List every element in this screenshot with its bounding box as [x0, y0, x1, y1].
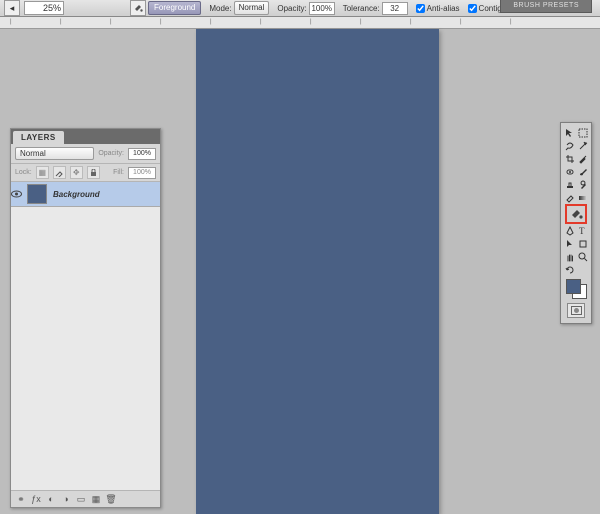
- brush-tool-icon[interactable]: [576, 165, 589, 178]
- move-tool-icon[interactable]: [563, 126, 576, 139]
- layer-fill-field[interactable]: 100%: [128, 167, 156, 179]
- quick-mask-toggle[interactable]: [567, 303, 585, 318]
- blend-mode-select[interactable]: Normal: [234, 1, 270, 15]
- layer-fx-icon[interactable]: ƒx: [30, 493, 42, 505]
- layers-list: Background: [11, 182, 160, 490]
- opacity-label: Opacity:: [277, 4, 306, 13]
- healing-brush-tool-icon[interactable]: [563, 165, 576, 178]
- layer-blend-mode-select[interactable]: Normal: [15, 147, 94, 160]
- marquee-tool-icon[interactable]: [576, 126, 589, 139]
- crop-tool-icon[interactable]: [563, 152, 576, 165]
- layers-panel-footer: ⚭ ƒx ◐ ◑ ▭ ▦ 🗑: [11, 490, 160, 507]
- lock-pixels-icon[interactable]: [53, 166, 66, 179]
- pen-tool-icon[interactable]: [563, 224, 576, 237]
- lasso-tool-icon[interactable]: [563, 139, 576, 152]
- layers-panel: LAYERS Normal Opacity: 100% Lock: ▦ ✥ Fi…: [10, 128, 161, 508]
- zoom-tool-icon[interactable]: [576, 250, 589, 263]
- eyedropper-tool-icon[interactable]: [576, 152, 589, 165]
- fill-source-select[interactable]: Foreground: [148, 1, 201, 15]
- lock-transparent-icon[interactable]: ▦: [36, 166, 49, 179]
- type-tool-icon[interactable]: T: [576, 224, 589, 237]
- antialias-label: Anti-alias: [427, 4, 460, 13]
- color-swatches[interactable]: [564, 279, 588, 299]
- magic-wand-tool-icon[interactable]: [576, 139, 589, 152]
- layers-panel-tabs: LAYERS: [11, 129, 160, 144]
- document-canvas[interactable]: [196, 29, 439, 514]
- antialias-checkbox[interactable]: [416, 4, 425, 13]
- history-back-icon[interactable]: ◂: [4, 0, 20, 16]
- layer-name[interactable]: Background: [47, 190, 160, 199]
- contiguous-checkbox[interactable]: [468, 4, 477, 13]
- lock-all-icon[interactable]: [87, 166, 100, 179]
- adjustment-layer-icon[interactable]: ◑: [60, 493, 72, 505]
- visibility-toggle-icon[interactable]: [11, 190, 27, 198]
- tolerance-label: Tolerance:: [343, 4, 380, 13]
- lock-position-icon[interactable]: ✥: [70, 166, 83, 179]
- toolbox: T: [560, 122, 592, 324]
- layer-group-icon[interactable]: ▭: [75, 493, 87, 505]
- foreground-color-swatch[interactable]: [566, 279, 581, 294]
- svg-text:T: T: [579, 226, 585, 236]
- eraser-tool-icon[interactable]: [563, 191, 576, 204]
- clone-stamp-tool-icon[interactable]: [563, 178, 576, 191]
- layer-fill-label: Fill:: [113, 169, 124, 176]
- layer-opacity-label: Opacity:: [98, 150, 124, 157]
- path-selection-tool-icon[interactable]: [563, 237, 576, 250]
- opacity-field[interactable]: 100%: [309, 2, 335, 15]
- zoom-field[interactable]: 25%: [24, 1, 64, 15]
- layer-opacity-field[interactable]: 100%: [128, 148, 156, 160]
- mode-label: Mode:: [209, 4, 231, 13]
- brush-presets-tab[interactable]: BRUSH PRESETS: [500, 0, 592, 13]
- horizontal-ruler: ||| ||| ||| ||: [0, 17, 600, 29]
- layer-row[interactable]: Background: [11, 182, 160, 207]
- layer-mask-icon[interactable]: ◐: [45, 493, 57, 505]
- paint-bucket-icon: [130, 0, 146, 16]
- new-layer-icon[interactable]: ▦: [90, 493, 102, 505]
- lock-label: Lock:: [15, 169, 32, 176]
- gradient-tool-icon[interactable]: [576, 191, 589, 204]
- layer-thumbnail[interactable]: [27, 184, 47, 204]
- spacer: [576, 263, 589, 276]
- hand-tool-icon[interactable]: [563, 250, 576, 263]
- rotate-view-tool-icon[interactable]: [563, 263, 576, 276]
- layers-tab[interactable]: LAYERS: [13, 131, 64, 144]
- history-brush-tool-icon[interactable]: [576, 178, 589, 191]
- shape-tool-icon[interactable]: [576, 237, 589, 250]
- paint-bucket-tool[interactable]: [565, 204, 587, 224]
- tolerance-field[interactable]: 32: [382, 2, 408, 15]
- link-layers-icon[interactable]: ⚭: [15, 493, 27, 505]
- delete-layer-icon[interactable]: 🗑: [105, 493, 117, 505]
